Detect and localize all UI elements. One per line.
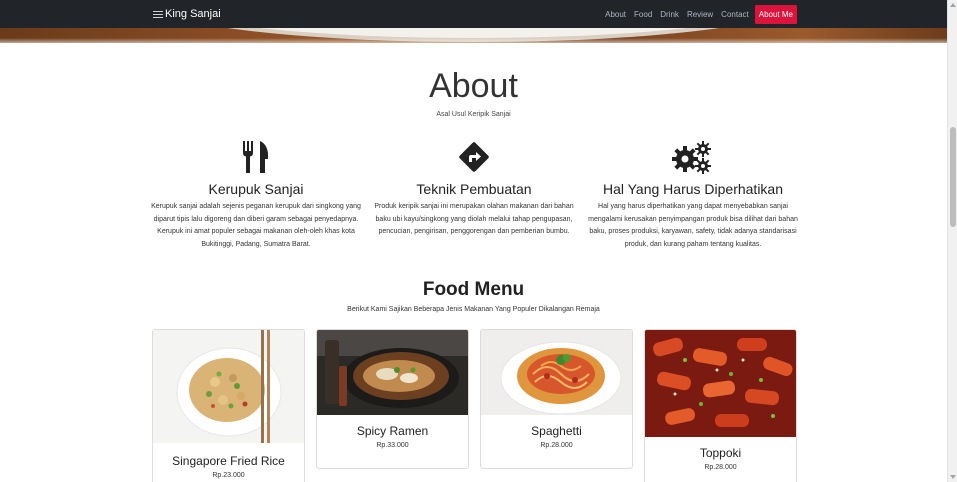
scrollbar-thumb[interactable]: [950, 127, 956, 227]
food-image-fried-rice: [153, 330, 304, 443]
food-price: Rp.28.000: [704, 464, 737, 471]
food-name: Spicy Ramen: [356, 424, 429, 438]
navbar: King Sanjai About Food Drink Review Cont…: [0, 0, 947, 28]
food-card-toppoki[interactable]: Toppoki Rp.28.000: [644, 329, 797, 482]
hero-image: [0, 28, 947, 43]
food-image-ramen: [317, 330, 468, 415]
food-name: Singapore Fried Rice: [172, 454, 285, 468]
hamburger-menu-icon[interactable]: [153, 10, 163, 18]
page: King Sanjai About Food Drink Review Cont…: [0, 0, 947, 482]
about-heading-teknik: Teknik Pembuatan: [416, 181, 532, 197]
food-card-spicy-ramen[interactable]: Spicy Ramen Rp.33.000: [316, 329, 469, 469]
about-subtitle: Asal Usul Keripik Sanjai: [436, 111, 511, 118]
nav-links: About Food Drink Review Contact About Me: [597, 5, 797, 24]
food-price: Rp.23.000: [212, 472, 245, 479]
utensils-icon: [151, 137, 361, 177]
food-price: Rp.33.000: [376, 442, 409, 449]
scroll-down-arrow-icon[interactable]: [950, 475, 956, 479]
about-text-teknik: Produk keripik sanjai ini merupakan olah…: [374, 203, 574, 235]
food-name: Spaghetti: [531, 424, 582, 438]
scroll-up-arrow-icon[interactable]: [950, 3, 956, 7]
nav-link-drink[interactable]: Drink: [660, 10, 679, 19]
directions-icon: [369, 137, 579, 177]
about-column-teknik: Teknik Pembuatan Produk keripik sanjai i…: [369, 137, 579, 239]
nav-link-food[interactable]: Food: [634, 10, 652, 19]
food-card-spaghetti[interactable]: Spaghetti Rp.28.000: [480, 329, 633, 469]
food-price: Rp.28.000: [540, 442, 573, 449]
food-image-spaghetti: [481, 330, 632, 415]
food-name: Toppoki: [699, 446, 742, 460]
brand[interactable]: King Sanjai: [153, 5, 221, 23]
about-heading-perhatian: Hal Yang Harus Diperhatikan: [602, 181, 784, 197]
nav-link-review[interactable]: Review: [687, 10, 713, 19]
about-text-perhatian: Hal yang harus diperhatikan yang dapat m…: [588, 203, 798, 248]
food-card-singapore-fried-rice[interactable]: Singapore Fried Rice Rp.23.000: [152, 329, 305, 482]
food-menu-title: Food Menu: [422, 279, 525, 300]
about-heading-kerupuk: Kerupuk Sanjai: [208, 181, 304, 197]
about-title: About: [429, 67, 518, 105]
cogs-icon: [588, 137, 798, 177]
nav-link-about-me[interactable]: About Me: [754, 5, 797, 24]
about-text-kerupuk: Kerupuk sanjai adalah sejenis peganan ke…: [151, 203, 361, 248]
nav-link-about[interactable]: About: [605, 10, 626, 19]
page-scrollbar[interactable]: [947, 0, 957, 482]
about-column-kerupuk: Kerupuk Sanjai Kerupuk sanjai adalah sej…: [151, 137, 361, 251]
about-column-perhatian: Hal Yang Harus Diperhatikan Hal yang har…: [588, 137, 798, 251]
brand-name[interactable]: King Sanjai: [165, 8, 221, 20]
food-image-toppoki: [645, 330, 796, 437]
nav-link-contact[interactable]: Contact: [721, 10, 749, 19]
food-menu-subtitle: Berikut Kami Sajikan Beberapa Jenis Maka…: [347, 306, 600, 313]
